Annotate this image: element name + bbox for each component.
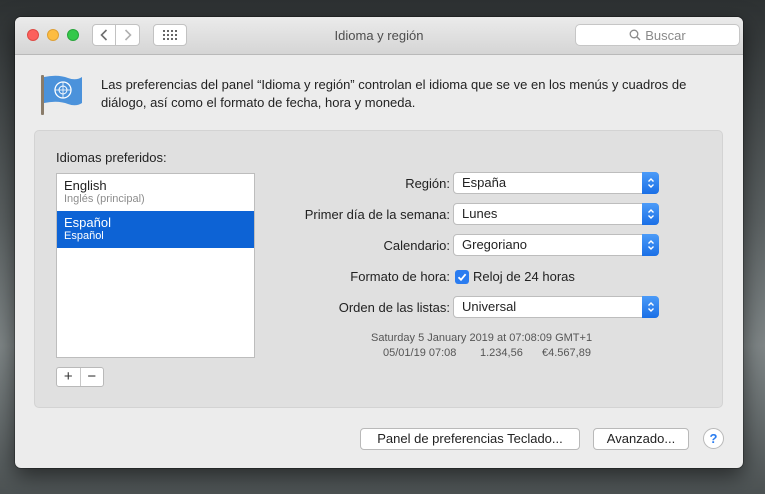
language-item-espanol[interactable]: Español Español — [57, 211, 254, 248]
keyboard-preferences-button[interactable]: Panel de preferencias Teclado... — [360, 428, 580, 450]
list-order-select[interactable]: Universal — [453, 296, 659, 318]
language-item-english[interactable]: English Inglés (principal) — [57, 174, 254, 211]
language-subtitle: Español — [64, 230, 104, 242]
settings-panel: Idiomas preferidos: English Inglés (prin… — [34, 130, 723, 408]
calendar-value: Gregoriano — [462, 237, 528, 252]
language-name: Español — [64, 215, 111, 230]
first-day-value: Lunes — [462, 206, 498, 221]
description-text: Las preferencias del panel “Idioma y reg… — [101, 77, 687, 110]
search-placeholder: Buscar — [645, 27, 686, 43]
un-flag-icon — [41, 75, 82, 115]
sample-date-long: Saturday 5 January 2019 at 07:08:09 GMT+… — [371, 332, 593, 344]
calendar-select[interactable]: Gregoriano — [453, 234, 659, 256]
language-subtitle: Inglés (principal) — [64, 193, 145, 205]
region-value: España — [462, 175, 507, 190]
search-icon — [629, 29, 641, 41]
select-arrows-icon — [642, 296, 659, 318]
region-select[interactable]: España — [453, 172, 659, 194]
24-hour-checkbox[interactable] — [455, 270, 469, 284]
sample-date-short: 05/01/19 07:08 — [383, 347, 457, 359]
preferred-languages-label: Idiomas preferidos: — [56, 150, 167, 165]
list-order-value: Universal — [462, 299, 517, 314]
time-format-label: Formato de hora: — [350, 269, 450, 284]
language-add-remove-bar: + − — [56, 367, 104, 387]
add-language-button[interactable]: + — [57, 368, 81, 386]
first-day-label: Primer día de la semana: — [304, 207, 450, 222]
region-label: Región: — [405, 176, 450, 191]
preferences-window: Idioma y región Buscar Las preferencias … — [15, 17, 743, 468]
select-arrows-icon — [642, 172, 659, 194]
remove-language-button[interactable]: − — [81, 368, 104, 386]
first-day-select[interactable]: Lunes — [453, 203, 659, 225]
sample-currency: €4.567,89 — [542, 347, 591, 359]
calendar-label: Calendario: — [383, 238, 451, 253]
select-arrows-icon — [642, 203, 659, 225]
select-arrows-icon — [642, 234, 659, 256]
search-field[interactable]: Buscar — [575, 24, 740, 46]
help-button[interactable]: ? — [703, 428, 724, 449]
list-order-label: Orden de las listas: — [338, 300, 450, 315]
24-hour-checkbox-label[interactable]: Reloj de 24 horas — [473, 269, 575, 284]
titlebar: Idioma y región Buscar — [15, 17, 743, 55]
preferred-languages-list[interactable]: English Inglés (principal) Español Españ… — [56, 173, 255, 358]
sample-number: 1.234,56 — [480, 347, 523, 359]
language-name: English — [64, 178, 107, 193]
checkmark-icon — [457, 273, 467, 282]
advanced-button[interactable]: Avanzado... — [593, 428, 689, 450]
